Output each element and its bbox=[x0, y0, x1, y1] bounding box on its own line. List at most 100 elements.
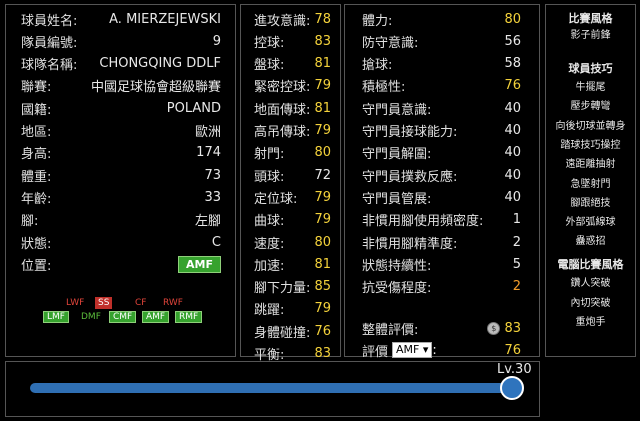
position-rwf: RWF bbox=[163, 298, 183, 308]
stat-label: 守門員意識: bbox=[362, 102, 432, 118]
attack-stats-panel: 進攻意識: 78 控球: 83 盤球: 81 緊密控球: 79 地面傳球: 81 高吊傳球: 79 射門… bbox=[240, 4, 341, 363]
stat-label: 盤球: bbox=[254, 58, 285, 74]
stat-row: 控球: 83 bbox=[241, 30, 340, 52]
stat-value: 2 bbox=[512, 234, 521, 250]
stat-value: 80 bbox=[504, 11, 521, 27]
profile-label: 狀態: bbox=[21, 236, 52, 252]
position-cmf: CMF bbox=[109, 311, 137, 323]
stat-label: 腳下力量: bbox=[254, 281, 311, 297]
stat-label: 控球: bbox=[254, 35, 285, 51]
sidebar-item: 鑽人突破 bbox=[570, 278, 611, 289]
profile-row: 腳: 左腳 bbox=[6, 209, 235, 231]
profile-value: 中國足球協會超級聯賽 bbox=[90, 80, 221, 96]
sidebar-item: 影子前鋒 bbox=[570, 30, 611, 41]
sidebar-item: 向後切球並轉身 bbox=[555, 120, 626, 132]
stat-row: 射門: 80 bbox=[241, 142, 340, 164]
position-cf: CF bbox=[135, 298, 147, 308]
stat-label: 守門員管展: bbox=[362, 191, 432, 207]
stat-value: 40 bbox=[504, 123, 521, 138]
overall-label: 整體評價: bbox=[362, 322, 419, 338]
stat-value: 79 bbox=[314, 212, 331, 228]
profile-row: 位置: AMF bbox=[6, 253, 235, 275]
stat-row: 盤球: 81 bbox=[241, 53, 340, 75]
rating-label: 評價 bbox=[362, 344, 389, 360]
profile-label: 腳: bbox=[21, 214, 39, 230]
sidebar-item: 急墜射門 bbox=[570, 178, 611, 190]
stat-row: 速度: 80 bbox=[241, 231, 340, 253]
stat-label: 跳躍: bbox=[254, 303, 285, 319]
stat-label: 頭球: bbox=[254, 169, 285, 185]
stat-label: 抗受傷程度: bbox=[362, 281, 432, 297]
stat-value: 5 bbox=[512, 256, 521, 272]
stat-label: 地面傳球: bbox=[254, 102, 311, 118]
sidebar-item: 重炮手 bbox=[575, 317, 606, 328]
stat-value: 81 bbox=[314, 256, 331, 272]
stat-value: 80 bbox=[314, 234, 331, 250]
stat-value: 40 bbox=[504, 167, 521, 183]
coin-icon: $ bbox=[487, 321, 501, 335]
profile-value: POLAND bbox=[166, 100, 221, 116]
profile-value: CHONGQING DDLF bbox=[99, 56, 221, 72]
profile-row: 地區: 歐洲 bbox=[6, 120, 235, 142]
stat-row: 曲球: 79 bbox=[241, 209, 340, 231]
rating-row: 評價 AMF ▾ : 76 bbox=[345, 339, 539, 361]
stat-label: 積極性: bbox=[362, 80, 406, 96]
rating-position-select[interactable]: AMF ▾ bbox=[392, 342, 433, 358]
position-rmf: RMF bbox=[175, 311, 203, 323]
level-slider-thumb[interactable] bbox=[500, 376, 524, 400]
stat-row: 防守意識: 56 bbox=[345, 30, 539, 52]
profile-row: 聯賽: 中國足球協會超級聯賽 bbox=[6, 75, 235, 97]
position-lmf: LMF bbox=[43, 311, 69, 323]
playing-style-title: 比賽風格 bbox=[568, 12, 613, 25]
stat-value: 83 bbox=[314, 33, 331, 49]
stat-row: 腳下力量: 85 bbox=[241, 276, 340, 298]
stat-label: 速度: bbox=[254, 236, 285, 252]
stat-value: 40 bbox=[504, 145, 521, 161]
player-skills-title: 球員技巧 bbox=[568, 62, 613, 75]
stat-value: 2 bbox=[512, 279, 521, 295]
sidebar-item: 腳跟絕技 bbox=[570, 197, 611, 209]
sidebar-item: 內切突破 bbox=[570, 297, 611, 309]
stat-label: 防守意識: bbox=[362, 35, 419, 51]
level-slider-track[interactable] bbox=[30, 383, 520, 393]
stat-value: 85 bbox=[314, 279, 331, 295]
stat-label: 射門: bbox=[254, 147, 285, 163]
stat-value: 78 bbox=[314, 11, 331, 27]
profile-label: 聯賽: bbox=[21, 80, 52, 96]
sidebar-item: 外部弧線球 bbox=[565, 217, 616, 229]
profile-value: C bbox=[211, 234, 221, 250]
stat-row: 頭球: 72 bbox=[241, 164, 340, 186]
profile-label: 身高: bbox=[21, 147, 52, 163]
profile-label: 地區: bbox=[21, 125, 52, 140]
profile-row: 狀態: C bbox=[6, 231, 235, 253]
stat-label: 搶球: bbox=[362, 58, 393, 74]
stat-row: 身體碰撞: 76 bbox=[241, 320, 340, 342]
profile-label: 國籍: bbox=[21, 102, 52, 118]
stat-label: 曲球: bbox=[254, 214, 285, 230]
stat-label: 守門員解圍: bbox=[362, 147, 432, 163]
stat-label: 狀態持續性: bbox=[362, 258, 432, 274]
stat-value: 58 bbox=[504, 56, 521, 72]
stat-value: 79 bbox=[314, 123, 331, 138]
stat-row: 非慣用腳精準度: 2 bbox=[345, 231, 539, 253]
profile-label: 年齡: bbox=[21, 191, 52, 207]
profile-value: 33 bbox=[204, 189, 221, 205]
stat-row: 緊密控球: 79 bbox=[241, 75, 340, 97]
stat-label: 非慣用腳精準度: bbox=[362, 236, 458, 252]
stat-value: 76 bbox=[314, 323, 331, 339]
stat-value: 83 bbox=[314, 346, 331, 361]
stat-row: 跳躍: 79 bbox=[241, 298, 340, 320]
stat-row: 守門員管展: 40 bbox=[345, 186, 539, 208]
stat-row: 狀態持續性: 5 bbox=[345, 253, 539, 275]
stat-value: 79 bbox=[314, 189, 331, 205]
stat-value: 56 bbox=[504, 33, 521, 49]
stat-row: 守門員撲救反應: 40 bbox=[345, 164, 539, 186]
profile-value: 左腳 bbox=[194, 214, 221, 230]
profile-value: A. MIERZEJEWSKI bbox=[109, 11, 221, 27]
stat-row: 守門員解圍: 40 bbox=[345, 142, 539, 164]
stat-label: 非慣用腳使用頻密度: bbox=[362, 214, 484, 230]
player-stats-screen: 球員姓名: A. MIERZEJEWSKI 隊員編號: 9 球隊名稱: CHONGQING… bbox=[0, 0, 640, 421]
stat-value: 40 bbox=[504, 189, 521, 205]
rating-value: 76 bbox=[504, 342, 521, 358]
profile-row: 球隊名稱: CHONGQING DDLF bbox=[6, 53, 235, 75]
